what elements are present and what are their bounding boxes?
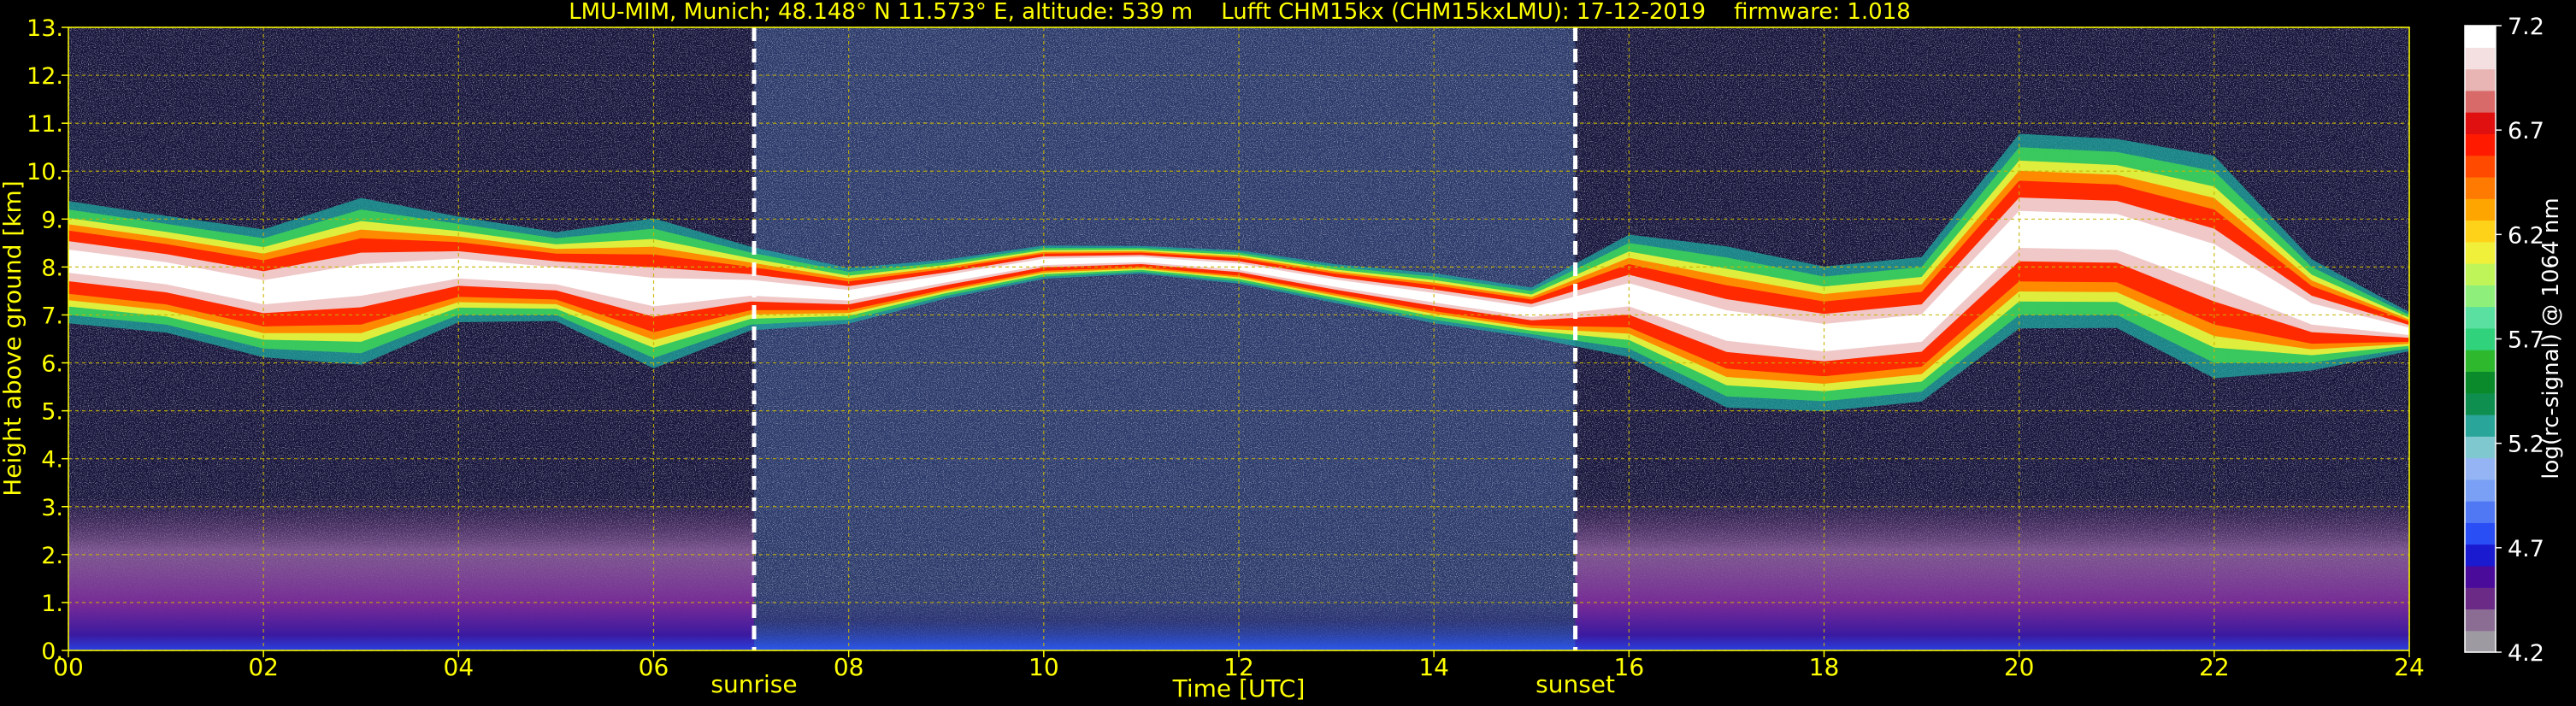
ceilometer-chart: LMU-MIM, Munich; 48.148° N 11.573° E, al… <box>0 0 2564 703</box>
y-tick-label: 8. <box>41 255 63 281</box>
colorbar-swatch <box>2465 414 2496 437</box>
x-tick-label: 04 <box>444 653 475 681</box>
colorbar-swatch <box>2465 522 2496 545</box>
colorbar-tick-label: 4.2 <box>2508 640 2544 667</box>
x-tick-label: 16 <box>1614 653 1645 681</box>
y-tick-label: 9. <box>41 207 63 233</box>
colorbar-tick-label: 4.7 <box>2508 536 2544 562</box>
night-haze-left <box>68 497 755 650</box>
y-axis-ticks: 0. 1. 2. 3. 4. 5. 6. 7. 8. 9. 10. 11. 12. 13. <box>27 15 68 665</box>
colorbar-swatch <box>2465 565 2496 588</box>
y-tick-label: 1. <box>41 591 63 617</box>
colorbar-swatch <box>2465 392 2496 415</box>
marker-label-sunset: sunset <box>1536 670 1615 698</box>
chart-title: LMU-MIM, Munich; 48.148° N 11.573° E, al… <box>569 0 1911 25</box>
colorbar-swatch <box>2465 587 2496 610</box>
y-tick-label: 4. <box>41 447 63 474</box>
day-haze <box>754 588 1576 650</box>
x-tick-label: 20 <box>2004 653 2035 681</box>
colorbar-swatch <box>2465 371 2496 394</box>
colorbar-swatch <box>2465 133 2496 156</box>
colorbar-swatch <box>2465 155 2496 178</box>
x-tick-label: 06 <box>639 653 669 681</box>
colorbar-swatch <box>2465 285 2496 308</box>
colorbar-swatch <box>2465 501 2496 523</box>
colorbar-swatch <box>2465 263 2496 285</box>
y-tick-label: 7. <box>41 303 63 329</box>
y-tick-label: 5. <box>41 399 63 426</box>
colorbar-swatch <box>2465 544 2496 567</box>
colorbar-swatch <box>2465 306 2496 329</box>
colorbar-swatch <box>2465 47 2496 70</box>
x-tick-label: 02 <box>248 653 279 681</box>
colorbar-swatch <box>2465 176 2496 199</box>
y-tick-label: 0. <box>41 638 63 665</box>
x-tick-label: 14 <box>1418 653 1449 681</box>
y-tick-label: 13. <box>27 15 63 42</box>
y-tick-label: 11. <box>27 111 63 138</box>
x-tick-label: 22 <box>2199 653 2230 681</box>
night-haze-right <box>1575 497 2409 650</box>
colorbar-swatch <box>2465 112 2496 134</box>
colorbar-swatch <box>2465 68 2496 91</box>
y-tick-label: 12. <box>27 63 63 90</box>
colorbar-swatch <box>2465 241 2496 264</box>
x-tick-label: 08 <box>834 653 864 681</box>
y-tick-label: 6. <box>41 351 63 378</box>
colorbar: 4.24.75.25.76.26.77.2 <box>2464 14 2544 667</box>
y-tick-label: 10. <box>27 159 63 185</box>
x-axis-label: Time [UTC] <box>1172 674 1306 703</box>
colorbar-tick-label: 7.2 <box>2508 14 2544 40</box>
x-tick-label: 10 <box>1029 653 1059 681</box>
colorbar-swatch <box>2465 198 2496 221</box>
colorbar-swatch <box>2465 479 2496 502</box>
y-tick-label: 2. <box>41 543 63 569</box>
colorbar-label: log(rc-signal) @ 1064 nm <box>2538 197 2564 479</box>
x-tick-label: 24 <box>2394 653 2425 681</box>
marker-label-sunrise: sunrise <box>710 670 797 698</box>
colorbar-swatch <box>2465 457 2496 480</box>
colorbar-swatch <box>2465 26 2496 48</box>
colorbar-tick-label: 6.7 <box>2508 118 2544 144</box>
x-tick-label: 18 <box>1809 653 1840 681</box>
colorbar-swatch <box>2465 327 2496 350</box>
colorbar-swatch <box>2465 220 2496 243</box>
y-axis-label: Height above ground [km] <box>0 180 27 497</box>
colorbar-swatch <box>2465 350 2496 373</box>
colorbar-swatch <box>2465 609 2496 632</box>
colorbar-swatch <box>2465 630 2496 653</box>
colorbar-swatch <box>2465 436 2496 459</box>
y-tick-label: 3. <box>41 495 63 521</box>
colorbar-swatch <box>2465 90 2496 113</box>
